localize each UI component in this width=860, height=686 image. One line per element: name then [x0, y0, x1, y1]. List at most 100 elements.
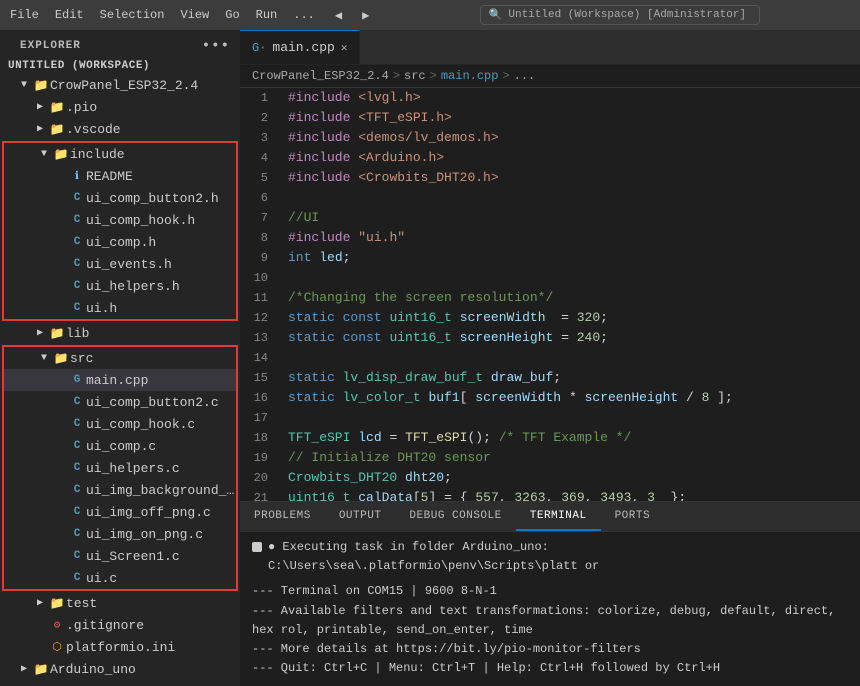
- menu-file[interactable]: File: [10, 8, 39, 22]
- tree-label: ui_comp_button2.h: [86, 191, 236, 206]
- arrow-icon: ▶: [16, 663, 32, 675]
- tree-label: test: [66, 596, 240, 611]
- tree-item-platformio[interactable]: ⬡ platformio.ini: [0, 636, 240, 658]
- tree-item-ui-helpersc[interactable]: C ui_helpers.c: [4, 457, 236, 479]
- tree-label: platformio.ini: [66, 640, 240, 655]
- code-line-20: 20 Crowbits_DHT20 dht20;: [240, 468, 860, 488]
- menu-run[interactable]: Run: [256, 8, 278, 22]
- code-line-2: 2 #include <TFT_eSPI.h>: [240, 108, 860, 128]
- code-line-21: 21 uint16_t calData[5] = { 557, 3263, 36…: [240, 488, 860, 501]
- tree-label: ui_helpers.c: [86, 461, 236, 476]
- tree-item-uih[interactable]: C ui.h: [4, 297, 236, 319]
- tab-debug-console[interactable]: DEBUG CONSOLE: [395, 502, 515, 531]
- tree-item-gitignore[interactable]: ⚙ .gitignore: [0, 614, 240, 636]
- titlebar: File Edit Selection View Go Run ... ◀ ▶ …: [0, 0, 860, 30]
- menu-go[interactable]: Go: [225, 8, 239, 22]
- breadcrumb-sep2: >: [430, 69, 437, 83]
- tree-label: ui_comp_hook.c: [86, 417, 236, 432]
- tree-item-arduino-uno[interactable]: ▶ 📁 Arduino_uno: [0, 658, 240, 680]
- tree-label: ui_img_on_png.c: [86, 527, 236, 542]
- tab-problems[interactable]: PROBLEMS: [240, 502, 325, 531]
- code-line-3: 3 #include <demos/lv_demos.h>: [240, 128, 860, 148]
- tree-item-ui-compc[interactable]: C ui_comp.c: [4, 435, 236, 457]
- folder-icon: 📁: [48, 100, 66, 115]
- tree-item-ui-comp-hookc[interactable]: C ui_comp_hook.c: [4, 413, 236, 435]
- tree-item-uic[interactable]: C ui.c: [4, 567, 236, 589]
- tree-label: ui.h: [86, 301, 236, 316]
- tree-item-ui-img-off[interactable]: C ui_img_off_png.c: [4, 501, 236, 523]
- tree-label: ui_img_background_png.c: [86, 483, 236, 498]
- editor-area: G· main.cpp ✕ CrowPanel_ESP32_2.4 > src …: [240, 30, 860, 686]
- arrow-icon: ▼: [36, 353, 52, 364]
- tree-item-ui-comph[interactable]: C ui_comp.h: [4, 231, 236, 253]
- tree-item-ui-comp-button2h[interactable]: C ui_comp_button2.h: [4, 187, 236, 209]
- tree-item-ui-comp-button2c[interactable]: C ui_comp_button2.c: [4, 391, 236, 413]
- code-line-9: 9 int led;: [240, 248, 860, 268]
- tree-item-pio[interactable]: ▶ 📁 .pio: [0, 96, 240, 118]
- code-line-10: 10: [240, 268, 860, 288]
- code-line-5: 5 #include <Crowbits_DHT20.h>: [240, 168, 860, 188]
- code-editor[interactable]: 1 #include <lvgl.h> 2 #include <TFT_eSPI…: [240, 88, 860, 501]
- tree-label: ui_events.h: [86, 257, 236, 272]
- code-line-12: 12 static const uint16_t screenWidth = 3…: [240, 308, 860, 328]
- tree-item-ui-img-on[interactable]: C ui_img_on_png.c: [4, 523, 236, 545]
- tab-output[interactable]: OUTPUT: [325, 502, 396, 531]
- panel-tab-bar: PROBLEMS OUTPUT DEBUG CONSOLE TERMINAL P…: [240, 502, 860, 532]
- ini-icon: ⬡: [48, 640, 66, 654]
- tab-close-button[interactable]: ✕: [341, 41, 348, 55]
- folder-icon: 📁: [52, 351, 70, 366]
- tree-label: .vscode: [66, 122, 240, 137]
- tree-item-ui-helpersh[interactable]: C ui_helpers.h: [4, 275, 236, 297]
- code-line-15: 15 static lv_disp_draw_buf_t draw_buf;: [240, 368, 860, 388]
- tree-item-ui-screen1c[interactable]: C ui_Screen1.c: [4, 545, 236, 567]
- c-icon: C: [68, 506, 86, 518]
- folder-icon: 📁: [48, 326, 66, 341]
- nav-back[interactable]: ◀: [335, 8, 342, 23]
- menu-view[interactable]: View: [180, 8, 209, 22]
- tree-label: ui_comp.c: [86, 439, 236, 454]
- workspace-label[interactable]: UNTITLED (WORKSPACE): [0, 58, 240, 74]
- tree-item-ui-img-bg[interactable]: C ui_img_background_png.c: [4, 479, 236, 501]
- tree-item-crowpanel[interactable]: ▼ 📁 CrowPanel_ESP32_2.4: [0, 74, 240, 96]
- tree-item-vscode[interactable]: ▶ 📁 .vscode: [0, 118, 240, 140]
- code-line-6: 6: [240, 188, 860, 208]
- tree-item-test[interactable]: ▶ 📁 test: [0, 592, 240, 614]
- tree-item-ui-comp-hookh[interactable]: C ui_comp_hook.h: [4, 209, 236, 231]
- terminal-content[interactable]: ● Executing task in folder Arduino_uno: …: [240, 532, 860, 686]
- tree-label: README: [86, 169, 236, 184]
- code-line-11: 11 /*Changing the screen resolution*/: [240, 288, 860, 308]
- breadcrumb-sep3: >: [502, 69, 509, 83]
- tree-item-maincpp[interactable]: G main.cpp: [4, 369, 236, 391]
- tree-label: ui.c: [86, 571, 236, 586]
- tree-item-include[interactable]: ▼ 📁 include: [4, 143, 236, 165]
- titlebar-center: 🔍 Untitled (Workspace) [Administrator]: [389, 5, 850, 25]
- tree-label: ui_img_off_png.c: [86, 505, 236, 520]
- menu-edit[interactable]: Edit: [55, 8, 84, 22]
- tree-item-lib[interactable]: ▶ 📁 lib: [0, 322, 240, 344]
- c-icon: C: [68, 572, 86, 584]
- code-line-14: 14: [240, 348, 860, 368]
- tab-ports[interactable]: PORTS: [601, 502, 665, 531]
- tree-item-readme[interactable]: ℹ README: [4, 165, 236, 187]
- git-icon: ⚙: [48, 618, 66, 632]
- arrow-icon: ▶: [32, 123, 48, 135]
- sidebar-more-icon[interactable]: •••: [202, 38, 230, 54]
- tab-maincpp[interactable]: G· main.cpp ✕: [240, 30, 360, 64]
- menu-more[interactable]: ...: [293, 8, 315, 22]
- terminal-line-3: --- Terminal on COM15 | 9600 8-N-1: [252, 582, 848, 601]
- tab-terminal[interactable]: TERMINAL: [516, 502, 601, 531]
- tree-item-src[interactable]: ▼ 📁 src: [4, 347, 236, 369]
- bottom-panel: PROBLEMS OUTPUT DEBUG CONSOLE TERMINAL P…: [240, 501, 860, 686]
- c-icon: C: [68, 214, 86, 226]
- menu-selection[interactable]: Selection: [100, 8, 165, 22]
- c-icon: C: [68, 462, 86, 474]
- tab-bar: G· main.cpp ✕: [240, 30, 860, 65]
- tree-label: .pio: [66, 100, 240, 115]
- breadcrumb-more: ...: [514, 69, 536, 83]
- nav-forward[interactable]: ▶: [362, 8, 369, 23]
- tree-label: .gitignore: [66, 618, 240, 633]
- terminal-line-4: --- Available filters and text transform…: [252, 602, 848, 640]
- global-search[interactable]: 🔍 Untitled (Workspace) [Administrator]: [480, 5, 760, 25]
- terminal-line-1: ● Executing task in folder Arduino_uno: …: [252, 538, 848, 576]
- tree-item-ui-eventsh[interactable]: C ui_events.h: [4, 253, 236, 275]
